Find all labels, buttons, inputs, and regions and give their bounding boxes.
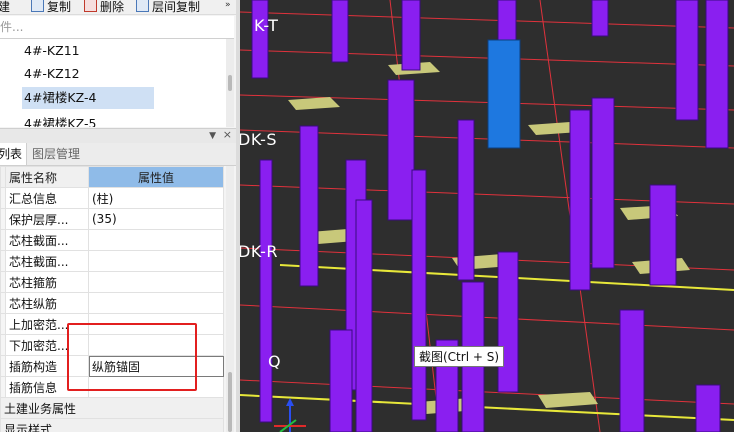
property-table: 属性名称 属性值 汇总信息 (柱) 保护层厚... (35) 芯柱截面... 芯柱截…: [0, 166, 224, 432]
screenshot-tooltip: 截图(Ctrl + S): [414, 346, 505, 367]
property-name: 芯柱箍筋: [5, 271, 89, 293]
axis-label: DK-S: [240, 130, 278, 149]
property-name: 插筋信息: [5, 376, 89, 398]
property-name: 上加密范...: [5, 313, 89, 335]
section-header[interactable]: 土建业务属性: [0, 397, 224, 419]
property-scrollbar[interactable]: [226, 166, 234, 432]
property-value[interactable]: [88, 229, 224, 251]
axis-label: K-T: [254, 16, 279, 35]
delete-button[interactable]: 删除: [84, 0, 124, 15]
property-value[interactable]: [88, 334, 224, 356]
more-icon[interactable]: »: [225, 0, 231, 10]
column-header-name: 属性名称: [5, 166, 89, 188]
axis-indicator: [274, 398, 306, 432]
tab-bar: 列表 图层管理: [0, 143, 238, 166]
new-button[interactable]: 建: [0, 0, 10, 15]
copy-icon: [31, 0, 44, 12]
column-header-value: 属性值: [88, 166, 224, 188]
section-header[interactable]: 显示样式: [0, 418, 224, 432]
property-name: 保护层厚...: [5, 208, 89, 230]
property-name: 下加密范...: [5, 334, 89, 356]
list-item[interactable]: 4#裙楼KZ-5: [22, 113, 96, 127]
property-name: 芯柱截面...: [5, 250, 89, 272]
axis-label: Q: [268, 352, 282, 371]
pin-icon[interactable]: ▼: [209, 131, 216, 141]
close-icon[interactable]: ×: [223, 128, 232, 141]
property-value[interactable]: (35): [88, 208, 224, 230]
tab-list[interactable]: 列表: [0, 143, 28, 165]
property-value[interactable]: (柱): [88, 187, 224, 209]
component-list: 4#-KZ11 4#-KZ12 4#裙楼KZ-4 4#裙楼KZ-5: [0, 39, 226, 127]
3d-viewport[interactable]: K-T DK-S DK-R Q: [240, 0, 734, 432]
property-value[interactable]: [88, 250, 224, 272]
model-view: [240, 0, 734, 432]
search-input[interactable]: 件...: [0, 16, 234, 39]
property-name: 芯柱截面...: [5, 229, 89, 251]
list-scrollbar[interactable]: [226, 39, 234, 127]
floor-copy-button[interactable]: 层间复制: [136, 0, 200, 15]
selected-column[interactable]: [487, 39, 521, 149]
left-panel: 建 复制 删除 层间复制 » 件... 4#-KZ11 4#-KZ12 4#裙楼…: [0, 0, 238, 432]
property-value[interactable]: [88, 292, 224, 314]
property-value[interactable]: [88, 376, 224, 398]
property-value[interactable]: [88, 271, 224, 293]
toolbar: 建 复制 删除 层间复制 »: [0, 0, 238, 15]
property-name: 芯柱纵筋: [5, 292, 89, 314]
yellow-lines: [240, 264, 734, 421]
delete-icon: [84, 0, 97, 12]
tab-layer-management[interactable]: 图层管理: [28, 143, 84, 165]
panel-divider: ▼ ×: [0, 128, 238, 143]
list-item[interactable]: 4#-KZ12: [22, 63, 80, 85]
property-value-editing[interactable]: 纵筋锚固: [88, 355, 224, 377]
copy-button[interactable]: 复制: [31, 0, 71, 15]
property-name: 插筋构造: [5, 355, 89, 377]
axis-label: DK-R: [240, 242, 279, 261]
floor-copy-icon: [136, 0, 149, 12]
property-name: 汇总信息: [5, 187, 89, 209]
list-item-selected[interactable]: 4#裙楼KZ-4: [22, 87, 154, 109]
list-item[interactable]: 4#-KZ11: [22, 40, 80, 62]
property-value[interactable]: [88, 313, 224, 335]
